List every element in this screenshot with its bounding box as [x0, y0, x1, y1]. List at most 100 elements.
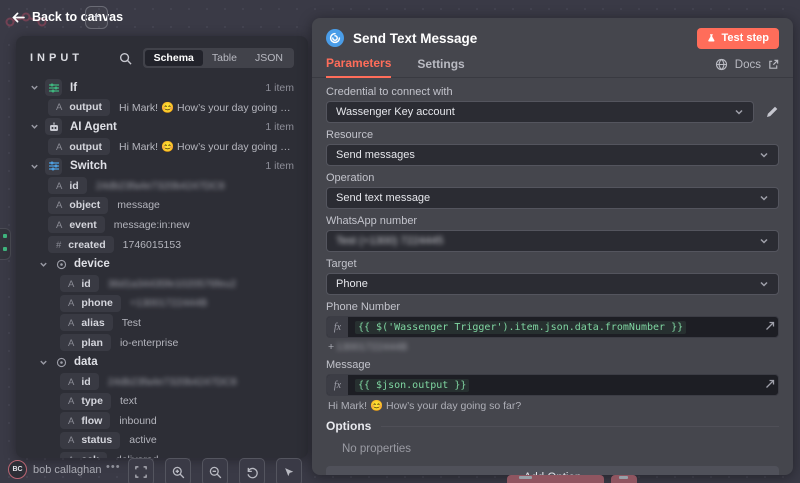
chevron-down-icon[interactable]: [30, 122, 39, 131]
community-icon[interactable]: [715, 58, 728, 71]
field-pill[interactable]: Aphone: [60, 295, 121, 312]
object-label: device: [74, 258, 110, 270]
switch-node-icon: [45, 158, 62, 175]
whatsapp-number-label: WhatsApp number: [326, 215, 779, 227]
item-count: 1 item: [265, 82, 294, 94]
target-field: Target Phone: [326, 258, 779, 295]
expand-expression-icon[interactable]: [765, 379, 775, 389]
field-pill[interactable]: Astatus: [60, 432, 120, 449]
field-value: message:in:new: [114, 219, 190, 231]
fit-view-button[interactable]: [128, 458, 154, 483]
whatsapp-number-field: WhatsApp number Test (+1300) 7224445: [326, 215, 779, 252]
chevron-down-icon[interactable]: [39, 260, 48, 269]
message-expression-input[interactable]: fx {{ $json.output }}: [326, 374, 779, 396]
field-pill[interactable]: Aplan: [60, 334, 111, 351]
field-pill[interactable]: #created: [48, 236, 114, 253]
parameters-form: Credential to connect with Wassenger Key…: [312, 78, 793, 475]
schema-object-row-device[interactable]: device: [30, 254, 294, 274]
field-value: active: [129, 434, 156, 446]
fx-badge: fx: [327, 375, 348, 395]
tab-json[interactable]: JSON: [246, 50, 292, 66]
resource-select[interactable]: Send messages: [326, 144, 779, 166]
avatar[interactable]: BC: [8, 460, 27, 479]
field-pill[interactable]: Aoutput: [48, 99, 110, 116]
schema-field-row: Aid 36d1a34435fe1020576feu2: [30, 274, 294, 294]
chevron-down-icon[interactable]: [39, 358, 48, 367]
search-icon[interactable]: [119, 52, 132, 65]
zoom-in-icon: [172, 466, 185, 479]
schema-field-row: Aevent message:in:new: [30, 215, 294, 235]
operation-label: Operation: [326, 172, 779, 184]
field-pill[interactable]: Aobject: [48, 197, 108, 214]
flask-icon: [707, 33, 716, 43]
schema-field-row: Aoutput Hi Mark! 😊 How’s your day going …: [30, 98, 294, 118]
node-label: Switch: [70, 160, 107, 172]
chevron-down-icon[interactable]: [30, 83, 39, 92]
schema-node-row-switch[interactable]: Switch 1 item: [30, 156, 294, 176]
field-pill[interactable]: Aoutput: [48, 138, 110, 155]
chevron-down-icon[interactable]: [30, 162, 39, 171]
more-menu-button[interactable]: •••: [106, 461, 121, 473]
credential-select[interactable]: Wassenger Key account: [326, 101, 754, 123]
tab-schema[interactable]: Schema: [145, 50, 203, 66]
username-label: bob callaghan: [33, 464, 102, 476]
phone-number-label: Phone Number: [326, 301, 779, 313]
field-value-redacted: +13001722444B: [130, 297, 207, 309]
item-count: 1 item: [265, 121, 294, 133]
chevron-down-icon: [759, 150, 769, 160]
tab-settings[interactable]: Settings: [417, 57, 464, 77]
node-header: Send Text Message Test step: [312, 18, 793, 49]
tab-table[interactable]: Table: [203, 50, 246, 66]
schema-field-row: Aack delivered: [30, 450, 294, 458]
whatsapp-number-value-redacted: Test (+1300) 7224445: [336, 235, 443, 247]
canvas-node-stub[interactable]: [0, 228, 11, 260]
tidy-up-button[interactable]: [276, 458, 302, 483]
field-pill[interactable]: Atype: [60, 393, 111, 410]
back-to-canvas-label: Back to canvas: [32, 10, 123, 24]
field-pill[interactable]: Aid: [60, 373, 99, 390]
resource-field: Resource Send messages: [326, 129, 779, 166]
field-pill[interactable]: Aid: [48, 177, 87, 194]
phone-number-field: Phone Number fx {{ $('Wassenger Trigger'…: [326, 301, 779, 353]
canvas-footer: BC bob callaghan •••: [0, 458, 800, 483]
schema-object-row-data[interactable]: data: [30, 352, 294, 372]
whatsapp-number-select[interactable]: Test (+1300) 7224445: [326, 230, 779, 252]
message-field: Message fx {{ $json.output }} Hi Mark! 😊…: [326, 359, 779, 411]
target-select[interactable]: Phone: [326, 273, 779, 295]
schema-field-row: Astatus active: [30, 431, 294, 451]
schema-field-row: Aalias Test: [30, 313, 294, 333]
tab-parameters[interactable]: Parameters: [326, 56, 391, 78]
field-value-redacted: 36d1a34435fe1020576feu2: [108, 278, 236, 290]
field-pill[interactable]: Aalias: [60, 314, 113, 331]
schema-node-row-if[interactable]: If 1 item: [30, 78, 294, 98]
field-value: Test: [122, 317, 141, 329]
add-node-button[interactable]: +: [85, 6, 108, 29]
resource-label: Resource: [326, 129, 779, 141]
docs-link[interactable]: Docs: [735, 59, 761, 71]
field-pill[interactable]: Aflow: [60, 412, 110, 429]
target-label: Target: [326, 258, 779, 270]
options-empty-text: No properties: [342, 443, 779, 455]
divider: [381, 426, 779, 427]
pencil-icon[interactable]: [765, 105, 779, 119]
phone-number-expression-input[interactable]: fx {{ $('Wassenger Trigger').item.json.d…: [326, 316, 779, 338]
fit-view-icon: [135, 466, 147, 478]
field-pill[interactable]: Aid: [60, 275, 99, 292]
undo-button[interactable]: [239, 458, 265, 483]
schema-node-row-ai-agent[interactable]: AI Agent 1 item: [30, 117, 294, 137]
operation-select[interactable]: Send text message: [326, 187, 779, 209]
node-label: If: [70, 82, 77, 94]
object-label: data: [74, 356, 98, 368]
field-pill[interactable]: Aevent: [48, 216, 105, 233]
undo-icon: [246, 466, 259, 479]
field-value: text: [120, 395, 137, 407]
schema-field-row: Aplan io-enterprise: [30, 333, 294, 353]
expand-expression-icon[interactable]: [765, 321, 775, 331]
options-label: Options: [326, 419, 371, 433]
test-step-button[interactable]: Test step: [697, 28, 779, 49]
zoom-out-button[interactable]: [202, 458, 228, 483]
external-link-icon[interactable]: [768, 59, 779, 70]
node-title: Send Text Message: [353, 31, 477, 46]
credential-label: Credential to connect with: [326, 86, 779, 98]
zoom-in-button[interactable]: [165, 458, 191, 483]
